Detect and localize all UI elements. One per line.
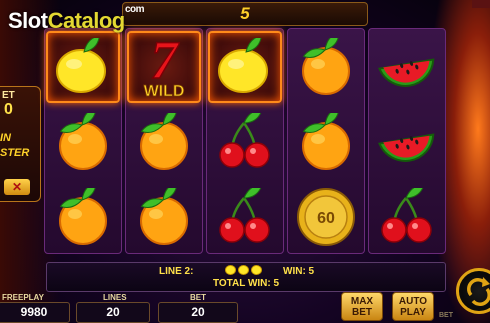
freeplay-balance: 9980	[0, 302, 70, 323]
svg-text:7: 7	[151, 34, 180, 90]
line-lemon-icon	[238, 265, 249, 275]
left-feature-panel: ET 0 IN STER ✕	[0, 86, 41, 202]
orange-symbol	[46, 106, 120, 178]
cherry-symbol	[208, 106, 282, 178]
left-panel-bet-label: ET	[2, 90, 15, 101]
spin-arrows-icon	[467, 277, 490, 306]
coin-symbol: 60	[289, 181, 363, 253]
win-line-symbols	[225, 265, 264, 278]
left-panel-feature-title: IN STER	[0, 132, 30, 159]
orange-symbol	[127, 181, 201, 253]
bet-label: BET	[190, 293, 206, 302]
line-lemon-icon	[225, 265, 236, 275]
win-line-label: LINE 2:	[159, 266, 194, 277]
orange-symbol	[127, 106, 201, 178]
reel-1	[44, 28, 122, 254]
orange-symbol	[289, 31, 363, 103]
left-panel-bet-value: 0	[4, 101, 13, 118]
slotcatalog-watermark: SlotCatalog com	[8, 4, 145, 33]
lines-value[interactable]: 20	[76, 302, 150, 323]
lemon-symbol	[208, 31, 282, 103]
top-counter-value: 5	[240, 4, 250, 23]
lines-label: LINES	[103, 293, 127, 302]
wild-seven-symbol: 7 WILD	[127, 31, 201, 103]
reel-5	[368, 28, 446, 254]
line-lemon-icon	[251, 265, 262, 275]
watermelon-symbol	[370, 106, 444, 178]
bet-side-label: BET	[439, 312, 453, 319]
total-win-label: TOTAL WIN: 5	[212, 278, 280, 289]
orange-symbol	[46, 181, 120, 253]
win-amount-label: WIN: 5	[283, 266, 315, 277]
reel-grid: 7 WILD 60	[44, 28, 446, 254]
bottom-control-bar: FREEPLAY 9980 LINES 20 BET 20 MAX BET AUT…	[0, 292, 490, 323]
win-info-bar: LINE 2: WIN: 5 TOTAL WIN: 5	[46, 262, 446, 292]
auto-play-button[interactable]: AUTO PLAY	[392, 292, 434, 321]
max-bet-button[interactable]: MAX BET	[341, 292, 383, 321]
spin-button[interactable]	[456, 268, 490, 314]
reel-2: 7 WILD	[125, 28, 203, 254]
top-right-tag	[472, 0, 490, 8]
top-win-counter: 5	[122, 2, 368, 26]
freeplay-label: FREEPLAY	[2, 293, 44, 302]
cherry-symbol	[208, 181, 282, 253]
cherry-symbol	[370, 181, 444, 253]
watermelon-symbol	[370, 31, 444, 103]
left-panel-close-button[interactable]: ✕	[4, 179, 30, 195]
reel-3	[206, 28, 284, 254]
orange-symbol	[289, 106, 363, 178]
bet-value[interactable]: 20	[158, 302, 238, 323]
coin-value: 60	[317, 210, 335, 227]
svg-text:WILD: WILD	[144, 83, 185, 100]
reel-4: 60	[287, 28, 365, 254]
lemon-symbol	[46, 31, 120, 103]
